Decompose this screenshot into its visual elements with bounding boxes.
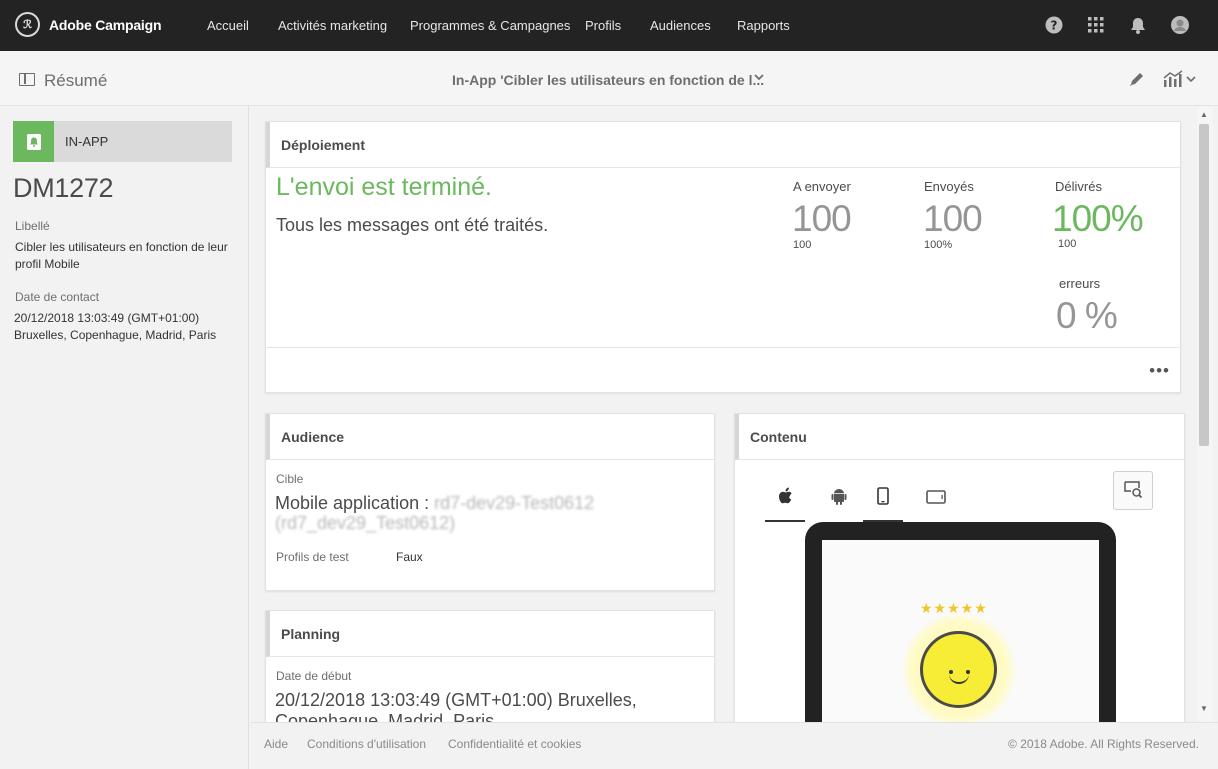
adobe-campaign-logo-icon[interactable]: ℛ <box>15 12 40 37</box>
privacy-link[interactable]: Confidentialité et cookies <box>448 737 581 751</box>
device-tabs <box>765 474 1125 522</box>
target-app-id: rd7-dev29-Test0612 <box>434 493 595 513</box>
help-icon[interactable]: ? <box>1045 16 1063 34</box>
android-icon <box>831 488 847 509</box>
preview-button[interactable] <box>1113 471 1153 510</box>
target-value: Mobile application : rd7-dev29-Test0612 <box>275 493 594 514</box>
nav-activites-marketing[interactable]: Activités marketing <box>278 18 387 33</box>
nav-audiences[interactable]: Audiences <box>650 18 711 33</box>
content-title: Contenu <box>750 429 807 445</box>
deployment-title: Déploiement <box>281 137 366 153</box>
target-label: Cible <box>276 472 304 486</box>
chevron-down-icon[interactable] <box>753 71 765 86</box>
channel-label: IN-APP <box>65 134 109 149</box>
deployment-footer: ••• <box>266 347 1180 393</box>
label-value: Cibler les utilisateurs en fonction de l… <box>15 240 228 271</box>
phone-preview: ★★★★★ <box>805 522 1116 722</box>
target-app-name: (rd7_dev29_Test0612) <box>275 513 456 533</box>
target-prefix: Mobile application : <box>275 493 435 513</box>
sent-sub: 100% <box>924 239 953 251</box>
tab-ios[interactable] <box>765 474 805 522</box>
nav-rapports[interactable]: Rapports <box>737 18 790 33</box>
tab-android[interactable] <box>819 474 859 522</box>
deployment-card: Déploiement L'envoi est terminé. Tous le… <box>265 121 1181 393</box>
svg-text:?: ? <box>1051 19 1058 33</box>
edit-icon[interactable] <box>1128 70 1146 91</box>
nav-profils[interactable]: Profils <box>585 18 621 33</box>
bell-icon[interactable] <box>1129 16 1147 34</box>
audience-title: Audience <box>281 429 345 445</box>
audience-header: Audience <box>266 414 714 460</box>
errors-value: 0 % <box>1056 295 1118 336</box>
scroll-down-arrow-icon[interactable]: ▼ <box>1200 704 1208 713</box>
main-content: Déploiement L'envoi est terminé. Tous le… <box>250 106 1197 722</box>
test-profiles-label: Profils de test <box>276 550 349 564</box>
apps-grid-icon[interactable] <box>1087 16 1105 34</box>
delivered-sub: 100 <box>1058 238 1077 250</box>
deployment-status-detail: Tous les messages ont été traités. <box>276 215 549 235</box>
summary-panel: IN-APP DM1272 Libellé Cibler les utilisa… <box>0 106 249 769</box>
bell-channel-icon <box>13 121 54 162</box>
contact-date-value: 20/12/2018 13:03:49 (GMT+01:00) Bruxelle… <box>14 311 217 342</box>
smiley-mouth <box>949 674 969 684</box>
nav-programmes-campagnes[interactable]: Programmes & Campagnes <box>410 18 570 33</box>
sent-value: 100 <box>923 198 983 239</box>
content-card: Contenu ★★★★★ <box>734 413 1185 722</box>
help-link[interactable]: Aide <box>264 737 288 751</box>
summary-toggle[interactable]: Résumé <box>44 71 107 91</box>
planning-title: Planning <box>281 626 341 642</box>
top-navigation: ℛ Adobe Campaign Accueil Activités marke… <box>0 0 1218 51</box>
delivered-label: Délivrés <box>1055 179 1102 194</box>
planning-header: Planning <box>266 611 714 657</box>
app-name[interactable]: Adobe Campaign <box>49 17 162 33</box>
sub-header: Résumé In-App 'Cibler les utilisateurs e… <box>0 51 1218 106</box>
to-send-value: 100 <box>792 198 852 239</box>
preview-icon <box>1123 479 1143 502</box>
start-date-value: 20/12/2018 13:03:49 (GMT+01:00) Bruxelle… <box>275 690 637 722</box>
scrollbar-thumb[interactable] <box>1199 124 1209 446</box>
nav-accueil[interactable]: Accueil <box>207 18 249 33</box>
tab-phone[interactable] <box>863 474 903 522</box>
vertical-scrollbar[interactable]: ▲ ▼ <box>1197 106 1213 722</box>
scroll-up-arrow-icon[interactable]: ▲ <box>1200 110 1208 119</box>
deployment-status: L'envoi est terminé. <box>276 173 492 201</box>
test-profiles-value: Faux <box>396 550 423 564</box>
smiley-icon <box>920 631 997 708</box>
delivery-code: DM1272 <box>13 173 114 203</box>
to-send-label: A envoyer <box>793 179 851 194</box>
report-icon[interactable] <box>1163 70 1199 91</box>
avatar-icon[interactable] <box>1171 16 1189 34</box>
errors-label: erreurs <box>1059 276 1101 291</box>
apple-icon <box>777 487 793 508</box>
terms-link[interactable]: Conditions d'utilisation <box>307 737 426 751</box>
summary-panel-icon[interactable] <box>19 73 35 86</box>
content-header: Contenu <box>735 414 1184 460</box>
planning-card: Planning Date de début 20/12/2018 13:03:… <box>265 610 715 722</box>
sent-label: Envoyés <box>924 179 974 194</box>
audience-card: Audience Cible Mobile application : rd7-… <box>265 413 715 591</box>
start-date-label: Date de début <box>276 669 352 683</box>
phone-screen: ★★★★★ <box>822 540 1099 722</box>
to-send-sub: 100 <box>793 239 812 251</box>
more-actions-button[interactable]: ••• <box>1149 361 1170 381</box>
channel-badge: IN-APP <box>13 121 232 162</box>
tab-tablet-landscape[interactable] <box>916 474 956 522</box>
label-title: Libellé <box>15 219 50 233</box>
delivered-value: 100% <box>1052 198 1144 239</box>
deployment-header: Déploiement <box>266 122 1180 168</box>
copyright: © 2018 Adobe. All Rights Reserved. <box>1008 737 1199 751</box>
tablet-icon <box>926 489 946 507</box>
contact-date-title: Date de contact <box>15 290 100 304</box>
phone-icon <box>877 486 889 508</box>
page-title[interactable]: In-App 'Cibler les utilisateurs en fonct… <box>452 72 764 88</box>
page-footer: Aide Conditions d'utilisation Confidenti… <box>250 722 1218 769</box>
